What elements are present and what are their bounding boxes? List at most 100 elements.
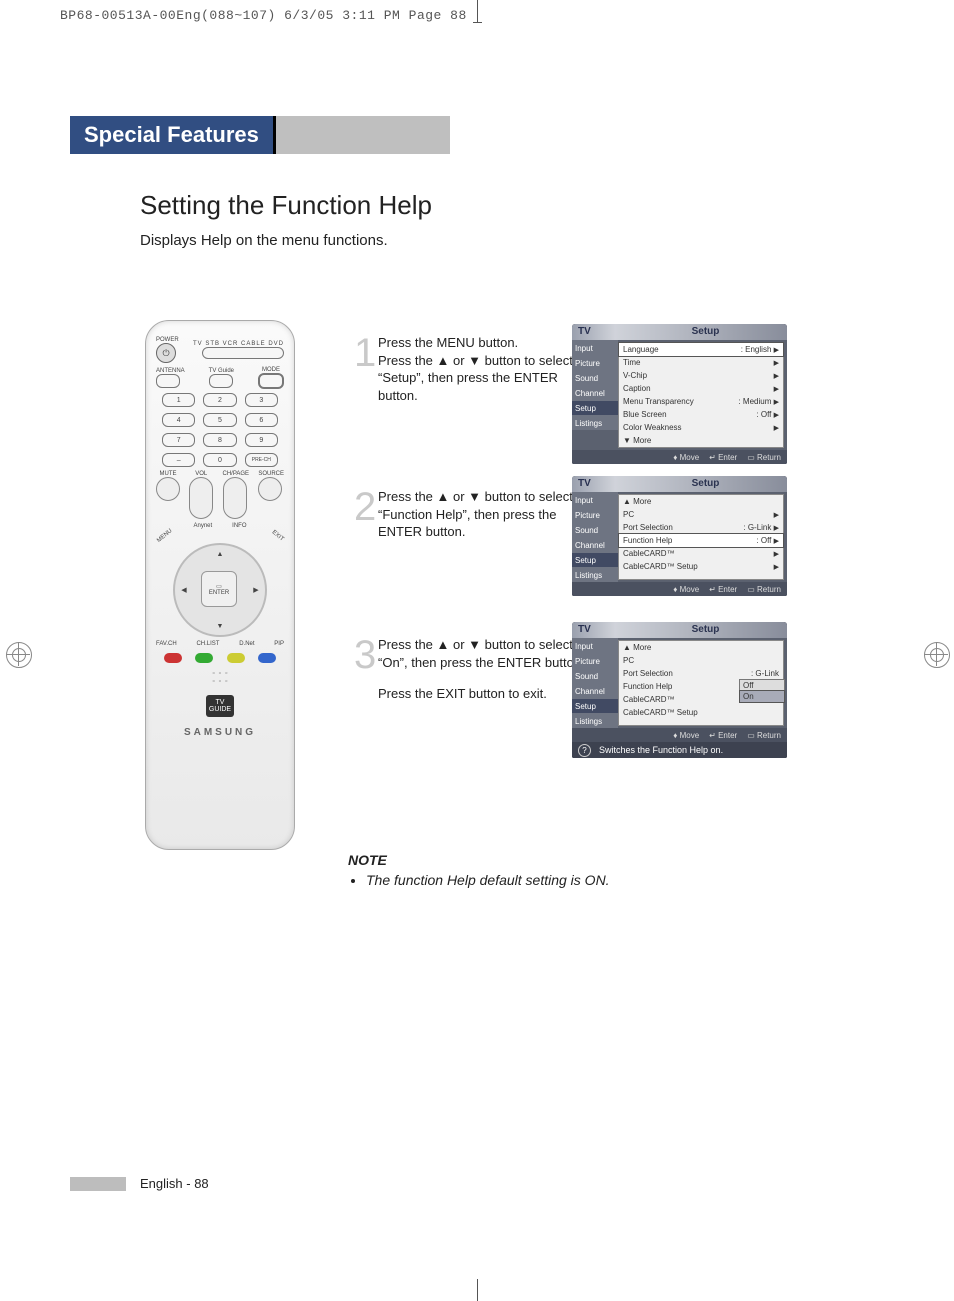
osd-menu-row: Color Weakness ▶ (619, 421, 783, 434)
page: BP68-00513A-00Eng(088~107) 6/3/05 3:11 P… (0, 0, 954, 1301)
note-item: The function Help default setting is ON. (366, 872, 610, 888)
chlist-label: CH.LIST (196, 641, 219, 647)
source-label: SOURCE (258, 471, 284, 477)
vol-rocker (189, 477, 213, 519)
left-arrow-icon: ◀ (179, 583, 189, 597)
menu-label: MENU (156, 528, 173, 544)
registration-mark (6, 642, 30, 666)
number-pad: 123 456 789 –0PRE-CH (162, 393, 278, 467)
note-heading: NOTE (348, 852, 610, 868)
osd-menu-row: CableCARD™ Setup ▶ (619, 560, 783, 573)
osd-menu-row: ▼ More (619, 434, 783, 447)
page-footer: English - 88 (70, 1176, 209, 1191)
crop-mark (477, 0, 478, 22)
osd-footer: ♦ Move ↵ Enter ▭ Return (572, 728, 787, 742)
note-block: NOTE The function Help default setting i… (348, 852, 610, 888)
osd-sidebar: Input Picture Sound Channel Setup Listin… (572, 638, 618, 728)
step-2: 2 Press the ▲ or ▼ button to select “Fun… (378, 488, 598, 541)
up-arrow-icon: ▲ (213, 549, 227, 559)
osd-menu-row: ▲ More (619, 641, 783, 654)
osd-tv-label: TV (572, 324, 624, 340)
step-text: Press the MENU button. Press the ▲ or ▼ … (378, 334, 598, 404)
osd-footer: ♦ Move ↵ Enter ▭ Return (572, 450, 787, 464)
step-text-2: Press the EXIT button to exit. (378, 685, 598, 703)
osd-main-panel: ▲ MorePC ▶Port Selection: G-Link ▶Functi… (618, 494, 784, 580)
osd-menu-row: PC (619, 654, 783, 667)
osd-help-text: Switches the Function Help on. (599, 745, 723, 755)
osd-menu-row: Function HelpOffOn (619, 680, 783, 693)
anynet-label: Anynet (193, 523, 212, 529)
osd-main-panel: ▲ MorePCPort Selection: G-LinkFunction H… (618, 640, 784, 726)
osd-sidebar: Input Picture Sound Channel Setup Listin… (572, 340, 618, 450)
power-button-icon: ⏻ (156, 343, 176, 363)
footer-block-icon (70, 1177, 126, 1191)
osd-screenshot-2: TV Setup Input Picture Sound Channel Set… (572, 476, 787, 596)
osd-main-panel: Language: English ▶Time ▶V-Chip ▶Caption… (618, 342, 784, 448)
info-label: INFO (232, 523, 246, 529)
osd-title: Setup (624, 476, 787, 492)
antenna-button (156, 374, 180, 388)
mute-button (156, 477, 180, 501)
mode-label: MODE (258, 367, 284, 373)
osd-footer: ♦ Move ↵ Enter ▭ Return (572, 582, 787, 596)
osd-menu-row: Language: English ▶ (619, 343, 783, 356)
step-1: 1 Press the MENU button. Press the ▲ or … (378, 334, 598, 404)
step-number: 1 (354, 326, 376, 380)
osd-screenshot-3: TV Setup Input Picture Sound Channel Set… (572, 622, 787, 758)
right-arrow-icon: ▶ (251, 583, 261, 597)
crop-info: BP68-00513A-00Eng(088~107) 6/3/05 3:11 P… (60, 8, 467, 23)
pip-label: PIP (274, 641, 284, 647)
tvguide-label: TV Guide (209, 368, 234, 374)
mode-labels: TV STB VCR CABLE DVD (179, 341, 284, 347)
osd-menu-row: Blue Screen: Off ▶ (619, 408, 783, 421)
tvguide-logo-icon: TV GUIDE (206, 695, 234, 717)
osd-title: Setup (624, 324, 787, 340)
remote-illustration: POWER ⏻ TV STB VCR CABLE DVD ANTENNA TV … (145, 320, 295, 850)
registration-mark (924, 642, 948, 666)
osd-menu-row: Caption ▶ (619, 382, 783, 395)
dpad: ▲ ▼ ◀ ▶ ▭ENTER (173, 543, 267, 637)
exit-label: EXIT (270, 529, 284, 542)
fav-label: FAV.CH (156, 641, 177, 647)
osd-menu-row: CableCARD™ Setup (619, 706, 783, 719)
osd-menu-row: Menu Transparency: Medium ▶ (619, 395, 783, 408)
step-text: Press the ▲ or ▼ button to select “On”, … (378, 636, 598, 671)
color-buttons (164, 653, 276, 663)
section-subtitle: Displays Help on the menu functions. (140, 232, 388, 249)
section-title: Setting the Function Help (140, 190, 432, 221)
osd-menu-row: V-Chip ▶ (619, 369, 783, 382)
osd-tv-label: TV (572, 476, 624, 492)
ch-rocker (223, 477, 247, 519)
brand-label: SAMSUNG (156, 727, 284, 738)
osd-title: Setup (624, 622, 787, 638)
osd-menu-row: PC ▶ (619, 508, 783, 521)
osd-menu-row: Port Selection: G-Link ▶ (619, 521, 783, 534)
osd-screenshot-1: TV Setup Input Picture Sound Channel Set… (572, 324, 787, 464)
help-icon: ? (578, 744, 591, 757)
mode-button (258, 373, 284, 389)
osd-menu-row: ▲ More (619, 495, 783, 508)
osd-help-bar: ? Switches the Function Help on. (572, 742, 787, 758)
osd-tv-label: TV (572, 622, 624, 638)
tvguide-button (209, 374, 233, 388)
dnet-label: D.Net (239, 641, 254, 647)
page-number: English - 88 (140, 1176, 209, 1191)
vol-label: VOL (189, 471, 213, 477)
enter-button: ▭ENTER (201, 571, 237, 607)
step-number: 3 (354, 628, 376, 682)
step-text: Press the ▲ or ▼ button to select “Funct… (378, 488, 598, 541)
antenna-label: ANTENNA (156, 368, 185, 374)
mode-pill (202, 347, 284, 359)
osd-menu-row: Time ▶ (619, 356, 783, 369)
step-3: 3 Press the ▲ or ▼ button to select “On”… (378, 636, 598, 703)
mute-label: MUTE (156, 471, 180, 477)
chapter-heading: Special Features (70, 116, 276, 154)
crop-mark (477, 1279, 478, 1301)
osd-menu-row: CableCARD™ ▶ (619, 547, 783, 560)
osd-menu-row: Function Help: Off ▶ (619, 534, 783, 547)
down-arrow-icon: ▼ (213, 621, 227, 631)
ch-label: CH/PAGE (223, 471, 250, 477)
power-label: POWER (156, 337, 179, 343)
step-number: 2 (354, 480, 376, 534)
source-button (258, 477, 282, 501)
